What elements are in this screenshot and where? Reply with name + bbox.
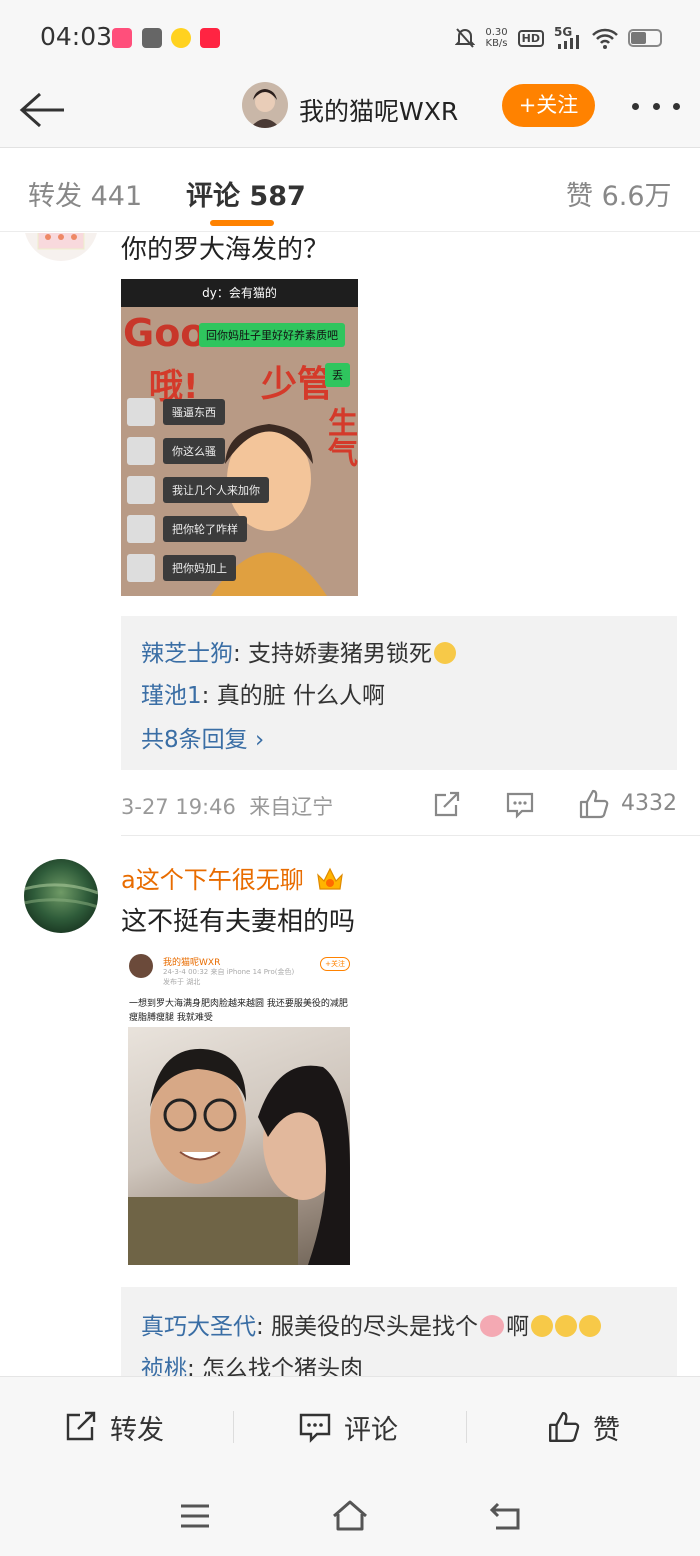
notification-app-icon	[171, 28, 191, 48]
more-replies-link[interactable]: 共8条回复 ›	[141, 720, 264, 754]
back-button[interactable]	[18, 88, 68, 132]
blush-emoji-icon	[531, 1315, 554, 1337]
blush-emoji-icon	[579, 1315, 602, 1337]
bar-divider	[233, 1411, 234, 1443]
battery-icon	[628, 29, 662, 47]
comment-image[interactable]: Goo 哦! 少管 生气 dy：会有猫的 回你妈肚子里好好养素质吧 丢 骚逼东西…	[121, 279, 358, 596]
chat-bubble-received: 我让几个人来加你	[163, 477, 269, 503]
chat-avatar	[127, 515, 155, 543]
bottom-action-bar: 转发 评论 赞	[0, 1376, 700, 1476]
signal-icon: 5G	[554, 25, 582, 49]
like-count: 4332	[621, 791, 677, 816]
bar-divider	[466, 1411, 467, 1443]
repost-button[interactable]: 转发	[64, 1407, 164, 1447]
tab-like[interactable]: 赞 6.6万	[566, 174, 672, 213]
chat-bubble-received: 把你轮了咋样	[163, 516, 247, 542]
home-icon[interactable]	[330, 1498, 370, 1534]
chat-bubble-received: 你这么骚	[163, 438, 225, 464]
post-photo	[128, 1027, 350, 1265]
mute-icon	[455, 28, 476, 48]
comment-text: 这不挺有夫妻相的吗	[121, 907, 356, 937]
comment-icon	[299, 1413, 331, 1443]
notification-app-icon	[200, 28, 220, 48]
back-icon[interactable]	[486, 1498, 526, 1534]
chat-bubble-sent: 回你妈肚子里好好养素质吧	[199, 323, 345, 347]
like-icon	[549, 1412, 580, 1442]
share-icon[interactable]	[432, 791, 462, 819]
blush-emoji-icon	[555, 1315, 578, 1337]
comment-meta: 3-27 19:46 来自辽宁	[121, 795, 334, 819]
like-button[interactable]: 赞	[547, 1407, 620, 1447]
post-time: 24-3-4 00:32 来自 iPhone 14 Pro(金色)	[163, 968, 295, 976]
commenter-name[interactable]: a这个下午很无聊	[121, 860, 345, 895]
chat-header: dy：会有猫的	[121, 279, 358, 307]
mail-icon	[142, 28, 162, 48]
chat-avatar	[127, 554, 155, 582]
post-location: 发布于 湖北	[163, 978, 201, 986]
comment-divider	[121, 835, 700, 836]
chat-avatar	[127, 398, 155, 426]
wifi-icon	[592, 28, 618, 49]
comment-image[interactable]: 我的猫呢WXR 24-3-4 00:32 来自 iPhone 14 Pro(金色…	[121, 947, 358, 1269]
hd-badge: HD	[517, 29, 544, 47]
notification-app-icon	[112, 28, 132, 48]
chat-bubble-received: 骚逼东西	[163, 399, 225, 425]
menu-icon[interactable]	[175, 1498, 215, 1534]
like-icon[interactable]	[578, 788, 610, 820]
system-nav-bar	[0, 1476, 700, 1556]
reply-item[interactable]: 祯桃: 怎么找个猪头肉	[141, 1349, 363, 1376]
status-indicators: 0.30 KB/s HD 5G	[455, 25, 662, 50]
share-icon	[66, 1411, 96, 1441]
title-bar: 我的猫呢WXR +关注	[0, 74, 700, 148]
tab-bar: 转发 441 评论 587 赞 6.6万	[0, 148, 700, 232]
post-follow-badge: +关注	[320, 957, 350, 971]
reply-item[interactable]: 辣芝士狗: 支持娇妻猪男锁死	[141, 634, 457, 668]
author-name[interactable]: 我的猫呢WXR	[299, 92, 458, 128]
post-avatar	[129, 954, 153, 978]
author-avatar[interactable]	[242, 82, 288, 128]
commenter-avatar[interactable]	[24, 233, 98, 261]
comment-list[interactable]: 你的罗大海发的？ Goo 哦! 少管 生气 dy：会有猫的 回你妈肚子里好好养素…	[0, 233, 700, 1376]
status-bar: 04:03 0.30 KB/s HD 5G	[0, 0, 700, 74]
chat-bubble-sent: 丢	[325, 363, 350, 387]
reply-preview[interactable]: 真巧大圣代: 服美役的尽头是找个啊 祯桃: 怎么找个猪头肉	[121, 1287, 677, 1376]
tab-repost[interactable]: 转发 441	[28, 174, 142, 213]
back-arrow-icon	[19, 92, 64, 128]
reply-preview[interactable]: 辣芝士狗: 支持娇妻猪男锁死 瑾池1: 真的脏 什么人啊 共8条回复 ›	[121, 616, 677, 770]
follow-button[interactable]: +关注	[502, 84, 595, 127]
status-time: 04:03	[40, 22, 113, 51]
active-tab-indicator	[210, 220, 274, 226]
reply-item[interactable]: 瑾池1: 真的脏 什么人啊	[141, 676, 385, 710]
pig-emoji-icon	[480, 1315, 505, 1337]
chat-avatar	[127, 437, 155, 465]
comment-text: 你的罗大海发的？	[121, 235, 330, 265]
comment-button[interactable]: 评论	[298, 1407, 398, 1447]
network-speed: 0.30 KB/s	[485, 27, 508, 49]
tab-comment[interactable]: 评论 587	[186, 174, 306, 213]
more-options-button[interactable]	[632, 96, 680, 116]
reply-item[interactable]: 真巧大圣代: 服美役的尽头是找个啊	[141, 1307, 602, 1341]
crown-badge-icon	[317, 867, 344, 890]
chat-avatar	[127, 476, 155, 504]
post-text: 一想到罗大海满身肥肉脸越来越圆 我还要服美役的减肥瘦脂膊瘦腿 我就难受	[129, 999, 348, 1023]
chat-bubble-received: 把你妈加上	[163, 555, 236, 581]
comment-icon[interactable]	[505, 791, 535, 819]
smile-emoji-icon	[434, 642, 457, 664]
commenter-avatar[interactable]	[24, 859, 98, 933]
